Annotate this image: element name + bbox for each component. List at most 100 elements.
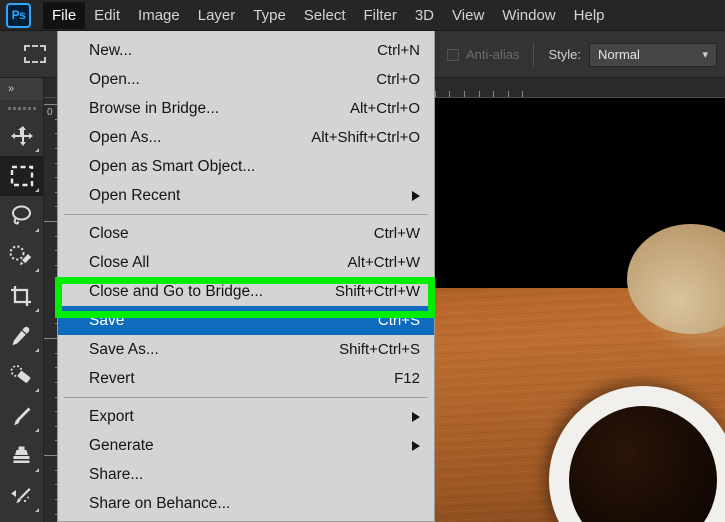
submenu-arrow-icon	[412, 411, 420, 422]
ruler-tick	[493, 91, 495, 97]
photoshop-window: Ps File Edit Image Layer Type Select Filter 3D V…	[0, 0, 725, 522]
menu-bar-item-edit[interactable]: Edit	[85, 2, 129, 29]
quick-selection-tool[interactable]	[0, 236, 43, 276]
ruler-tick	[522, 91, 524, 97]
menu-item-label: Share...	[89, 465, 144, 483]
menu-item-shortcut: Alt+Ctrl+W	[347, 254, 420, 271]
menu-item-label: Save	[89, 311, 125, 329]
menu-item-label: Revert	[89, 369, 135, 387]
menu-bar-item-layer[interactable]: Layer	[189, 2, 245, 29]
tools-panel: »	[0, 78, 44, 522]
menu-bar: Ps File Edit Image Layer Type Select Filter 3D V…	[0, 0, 725, 31]
tool-flyout-indicator	[35, 228, 39, 232]
submenu-arrow-icon	[412, 190, 420, 201]
menu-item-open-as-smart-object[interactable]: Open as Smart Object...	[58, 152, 434, 181]
menu-bar-item-filter[interactable]: Filter	[355, 2, 406, 29]
tool-flyout-indicator	[35, 188, 39, 192]
tool-flyout-indicator	[35, 468, 39, 472]
anti-alias-checkbox-group[interactable]: Anti-alias	[447, 47, 519, 62]
menu-bar-item-help[interactable]: Help	[565, 2, 614, 29]
menu-bar-item-view[interactable]: View	[443, 2, 493, 29]
menu-divider	[64, 214, 428, 215]
chevron-down-icon: ▾	[702, 49, 708, 61]
ruler-tick	[449, 91, 451, 97]
menu-bar-items: File Edit Image Layer Type Select Filter 3D View…	[43, 1, 614, 29]
menu-item-shortcut: Ctrl+N	[377, 42, 420, 59]
coffee-liquid	[569, 406, 717, 522]
tool-flyout-indicator	[35, 508, 39, 512]
menu-item-label: Share on Behance...	[89, 494, 231, 512]
menu-item-open[interactable]: Open... Ctrl+O	[58, 65, 434, 94]
menu-item-shortcut: Alt+Ctrl+O	[349, 100, 420, 117]
menu-item-label: Open Recent	[89, 186, 181, 204]
menu-item-revert[interactable]: Revert F12	[58, 364, 434, 393]
menu-item-label: Open As...	[89, 128, 162, 146]
menu-item-label: New...	[89, 41, 133, 59]
menu-item-save[interactable]: Save Ctrl+S	[58, 306, 434, 335]
menu-item-export[interactable]: Export	[58, 402, 434, 431]
ruler-tick	[463, 91, 465, 97]
menu-item-shortcut: Shift+Ctrl+W	[334, 283, 420, 300]
menu-item-shortcut: Ctrl+O	[376, 71, 420, 88]
menu-item-close-and-go-to-bridge[interactable]: Close and Go to Bridge... Shift+Ctrl+W	[58, 277, 434, 306]
tool-flyout-indicator	[35, 388, 39, 392]
menu-item-label: Close	[89, 224, 129, 242]
menu-item-label: Browse in Bridge...	[89, 99, 220, 117]
ruler-tick	[478, 91, 480, 97]
style-select-value: Normal	[598, 47, 640, 62]
eraser-tool[interactable]	[0, 516, 43, 522]
menu-bar-item-image[interactable]: Image	[129, 2, 189, 29]
healing-brush-tool[interactable]	[0, 356, 43, 396]
style-label: Style:	[548, 47, 581, 62]
menu-item-save-as[interactable]: Save As... Shift+Ctrl+S	[58, 335, 434, 364]
lasso-tool[interactable]	[0, 196, 43, 236]
menu-item-share-on-behance[interactable]: Share on Behance...	[58, 489, 434, 518]
tool-flyout-indicator	[35, 428, 39, 432]
menu-bar-item-file[interactable]: File	[43, 1, 86, 29]
menu-item-new[interactable]: New... Ctrl+N	[58, 36, 434, 65]
menu-item-label: Export	[89, 407, 134, 425]
history-brush-tool[interactable]	[0, 476, 43, 516]
menu-bar-item-select[interactable]: Select	[295, 2, 355, 29]
menu-bar-item-3d[interactable]: 3D	[406, 2, 443, 29]
style-select[interactable]: Normal ▾	[589, 42, 717, 67]
menu-item-label: Generate	[89, 436, 154, 454]
menu-item-label: Close and Go to Bridge...	[89, 282, 264, 300]
file-menu-dropdown[interactable]: New... Ctrl+N Open... Ctrl+O Browse in Bridg…	[57, 31, 435, 522]
menu-item-open-recent[interactable]: Open Recent	[58, 181, 434, 210]
menu-item-share[interactable]: Share...	[58, 460, 434, 489]
menu-item-close[interactable]: Close Ctrl+W	[58, 219, 434, 248]
menu-item-browse-in-bridge[interactable]: Browse in Bridge... Alt+Ctrl+O	[58, 94, 434, 123]
menu-item-label: Close All	[89, 253, 150, 271]
tool-flyout-indicator	[35, 148, 39, 152]
menu-item-close-all[interactable]: Close All Alt+Ctrl+W	[58, 248, 434, 277]
toolbar-drag-handle[interactable]	[0, 100, 43, 116]
coffee-cup	[549, 386, 725, 522]
menu-item-label: Save As...	[89, 340, 159, 358]
menu-divider	[64, 397, 428, 398]
ruler-label: 0	[47, 107, 53, 118]
menu-item-shortcut: Ctrl+S	[377, 312, 420, 329]
options-divider	[533, 42, 535, 67]
tool-flyout-indicator	[35, 348, 39, 352]
menu-item-shortcut: Alt+Shift+Ctrl+O	[311, 129, 420, 146]
menu-item-generate[interactable]: Generate	[58, 431, 434, 460]
clone-stamp-tool[interactable]	[0, 436, 43, 476]
expand-panel-button[interactable]: »	[0, 78, 43, 100]
menu-bar-item-window[interactable]: Window	[493, 2, 564, 29]
rectangular-marquee-icon[interactable]	[24, 45, 46, 63]
menu-bar-item-type[interactable]: Type	[244, 2, 295, 29]
menu-item-shortcut: F12	[394, 370, 420, 387]
menu-item-label: Open as Smart Object...	[89, 157, 256, 175]
brush-tool[interactable]	[0, 396, 43, 436]
crop-tool[interactable]	[0, 276, 43, 316]
saucer-edge	[627, 224, 725, 334]
menu-item-shortcut: Shift+Ctrl+S	[339, 341, 420, 358]
anti-alias-checkbox[interactable]	[447, 48, 460, 61]
eyedropper-tool[interactable]	[0, 316, 43, 356]
menu-item-shortcut: Ctrl+W	[373, 225, 420, 242]
menu-item-open-as[interactable]: Open As... Alt+Shift+Ctrl+O	[58, 123, 434, 152]
move-tool[interactable]	[0, 116, 43, 156]
rectangular-marquee-tool[interactable]	[0, 156, 43, 196]
photoshop-logo-icon: Ps	[6, 2, 31, 28]
